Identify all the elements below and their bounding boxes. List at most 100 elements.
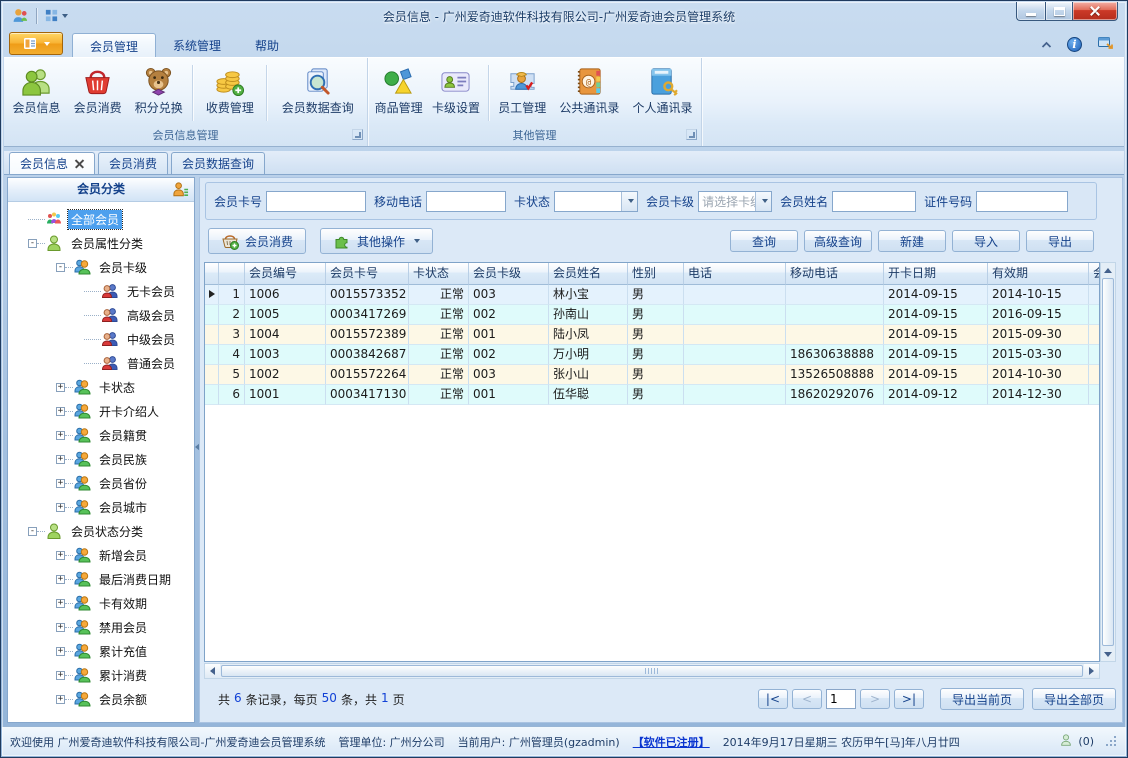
tree-expander-icon[interactable]: + [56, 502, 65, 512]
horizontal-scroll-thumb[interactable] [221, 665, 1083, 677]
first-page-button[interactable]: |< [757, 689, 788, 709]
ribbon-button-member-data-query[interactable]: 会员数据查询 [270, 60, 365, 126]
maximize-button[interactable] [1045, 2, 1073, 21]
column-header-card-level[interactable]: 会员卡级 [469, 263, 549, 285]
message-count[interactable]: (0) [1078, 735, 1094, 748]
export-all-pages-button[interactable]: 导出全部页 [1031, 688, 1116, 710]
table-row[interactable]: 3 1004 0015572389 正常 001 陆小凤男 2014-09-15 2015-0… [205, 325, 1099, 345]
scroll-down-icon[interactable] [1101, 647, 1115, 661]
software-registered-link[interactable]: 【软件已注册】 [633, 734, 710, 750]
column-header-gender[interactable]: 性别 [628, 263, 684, 285]
table-row[interactable]: 6 1001 0003417130 正常 001 伍华聪男 18620292076 2014-… [205, 385, 1099, 405]
column-header-card-status[interactable]: 卡状态 [409, 263, 469, 285]
tree-expander-icon[interactable]: + [56, 406, 65, 416]
id-number-input[interactable] [976, 190, 1069, 212]
mobile-phone-input[interactable] [426, 190, 507, 212]
tree-item[interactable]: 普通会员 [8, 351, 194, 375]
vertical-scroll-thumb[interactable] [1102, 278, 1114, 646]
minimize-button[interactable] [1016, 2, 1045, 21]
ribbon-tab-system-management[interactable]: 系统管理 [156, 33, 238, 57]
scroll-right-icon[interactable] [1084, 664, 1099, 678]
dialog-launcher-icon[interactable] [352, 129, 363, 140]
tree-expander-icon[interactable]: + [56, 550, 65, 560]
ribbon-tab-member-management[interactable]: 会员管理 [72, 33, 157, 57]
tree-item[interactable]: + 会员余额 [8, 687, 194, 711]
column-header-open-date[interactable]: 开卡日期 [884, 263, 988, 285]
column-header-phone[interactable]: 电话 [684, 263, 786, 285]
tree-expander-icon[interactable]: + [56, 694, 65, 704]
collapse-ribbon-icon[interactable] [1041, 38, 1052, 52]
tree-item[interactable]: + 卡状态 [8, 375, 194, 399]
ribbon-button-member-consume[interactable]: 会员消费 [67, 60, 128, 126]
horizontal-scrollbar[interactable] [204, 663, 1100, 679]
member-consume-button[interactable]: 会员消费 [208, 228, 307, 254]
info-icon[interactable]: i [1067, 37, 1082, 52]
tree-item[interactable]: - 会员卡级 [8, 255, 194, 279]
tree-expander-icon[interactable]: + [56, 646, 65, 656]
tree-item[interactable]: 高级会员 [8, 303, 194, 327]
tree-item[interactable]: + 最后消费日期 [8, 567, 194, 591]
tree-item[interactable]: + 会员城市 [8, 495, 194, 519]
tree-expander-icon[interactable]: + [56, 454, 65, 464]
doc-tab-member-consume[interactable]: 会员消费 [98, 152, 169, 174]
ribbon-tab-help[interactable]: 帮助 [238, 33, 296, 57]
switch-windows-icon[interactable] [1097, 35, 1114, 54]
dropdown-arrow-icon[interactable] [755, 191, 772, 211]
table-row[interactable]: 2 1005 0003417269 正常 002 孙南山男 2014-09-15 2016-0… [205, 305, 1099, 325]
member-card-no-input[interactable] [266, 190, 367, 212]
ribbon-button-card-level-settings[interactable]: 卡级设置 [427, 60, 484, 126]
column-header-card-no[interactable]: 会员卡号 [326, 263, 409, 285]
card-status-select[interactable] [554, 190, 639, 212]
vertical-scrollbar[interactable] [1100, 262, 1116, 662]
tree-item[interactable]: + 开卡介绍人 [8, 399, 194, 423]
tree-item[interactable]: + 禁用会员 [8, 615, 194, 639]
page-number-input[interactable] [825, 689, 856, 709]
tree-item[interactable]: + 会员省份 [8, 471, 194, 495]
close-button[interactable] [1073, 2, 1118, 21]
column-header-indicator[interactable] [205, 263, 219, 285]
tab-close-icon[interactable] [75, 159, 84, 168]
tree-expander-icon[interactable]: + [56, 598, 65, 608]
prev-page-button[interactable]: < [791, 689, 822, 709]
column-header-rownum[interactable] [219, 263, 245, 285]
export-current-page-button[interactable]: 导出当前页 [939, 688, 1024, 710]
other-operations-button[interactable]: 其他操作 [320, 228, 434, 254]
column-header-member-name[interactable]: 会员姓名 [549, 263, 628, 285]
ribbon-button-personal-contacts[interactable]: 个人通讯录 [626, 60, 699, 126]
resize-grip[interactable] [1105, 735, 1118, 748]
table-row[interactable]: 1 1006 0015573352 正常 003 林小宝男 2014-09-15 2014-1… [205, 285, 1099, 305]
tree-item[interactable]: 全部会员 [8, 207, 194, 231]
import-button[interactable]: 导入 [952, 230, 1020, 252]
tree-item[interactable]: + 累计消费 [8, 663, 194, 687]
table-row[interactable]: 5 1002 0015572264 正常 003 张小山男 13526508888 2014-… [205, 365, 1099, 385]
column-header-mobile-phone[interactable]: 移动电话 [786, 263, 884, 285]
query-button[interactable]: 查询 [730, 230, 798, 252]
dialog-launcher-icon[interactable] [686, 129, 697, 140]
export-button[interactable]: 导出 [1026, 230, 1094, 252]
ribbon-button-employee-management[interactable]: 员工管理 [492, 60, 553, 126]
next-page-button[interactable]: > [859, 689, 890, 709]
dropdown-arrow-icon[interactable] [621, 191, 638, 211]
column-header-member-extra[interactable]: 会员 [1089, 263, 1099, 285]
column-header-valid-until[interactable]: 有效期 [988, 263, 1089, 285]
member-name-input[interactable] [832, 190, 917, 212]
ribbon-button-product-management[interactable]: 商品管理 [370, 60, 427, 126]
scroll-up-icon[interactable] [1101, 263, 1115, 277]
tree-item[interactable]: + 卡有效期 [8, 591, 194, 615]
tree-item[interactable]: + 新增会员 [8, 543, 194, 567]
tree-expander-icon[interactable]: + [56, 430, 65, 440]
tree-expander-icon[interactable]: + [56, 574, 65, 584]
tree-expander-icon[interactable]: + [56, 382, 65, 392]
tree-item[interactable]: + 累计充值 [8, 639, 194, 663]
tree-item[interactable]: - 会员状态分类 [8, 519, 194, 543]
doc-tab-member-info[interactable]: 会员信息 [9, 152, 96, 174]
tree-item[interactable]: 中级会员 [8, 327, 194, 351]
tree-expander-icon[interactable]: - [56, 262, 65, 272]
category-settings-icon[interactable] [172, 181, 189, 206]
layout-switch-button[interactable] [44, 8, 68, 23]
tree-item[interactable]: + 会员籍贯 [8, 423, 194, 447]
tree-item[interactable]: + 会员民族 [8, 447, 194, 471]
table-row[interactable]: 4 1003 0003842687 正常 002 万小明男 18630638888 2014-… [205, 345, 1099, 365]
tree-expander-icon[interactable]: - [28, 238, 37, 248]
tree-expander-icon[interactable]: + [56, 622, 65, 632]
